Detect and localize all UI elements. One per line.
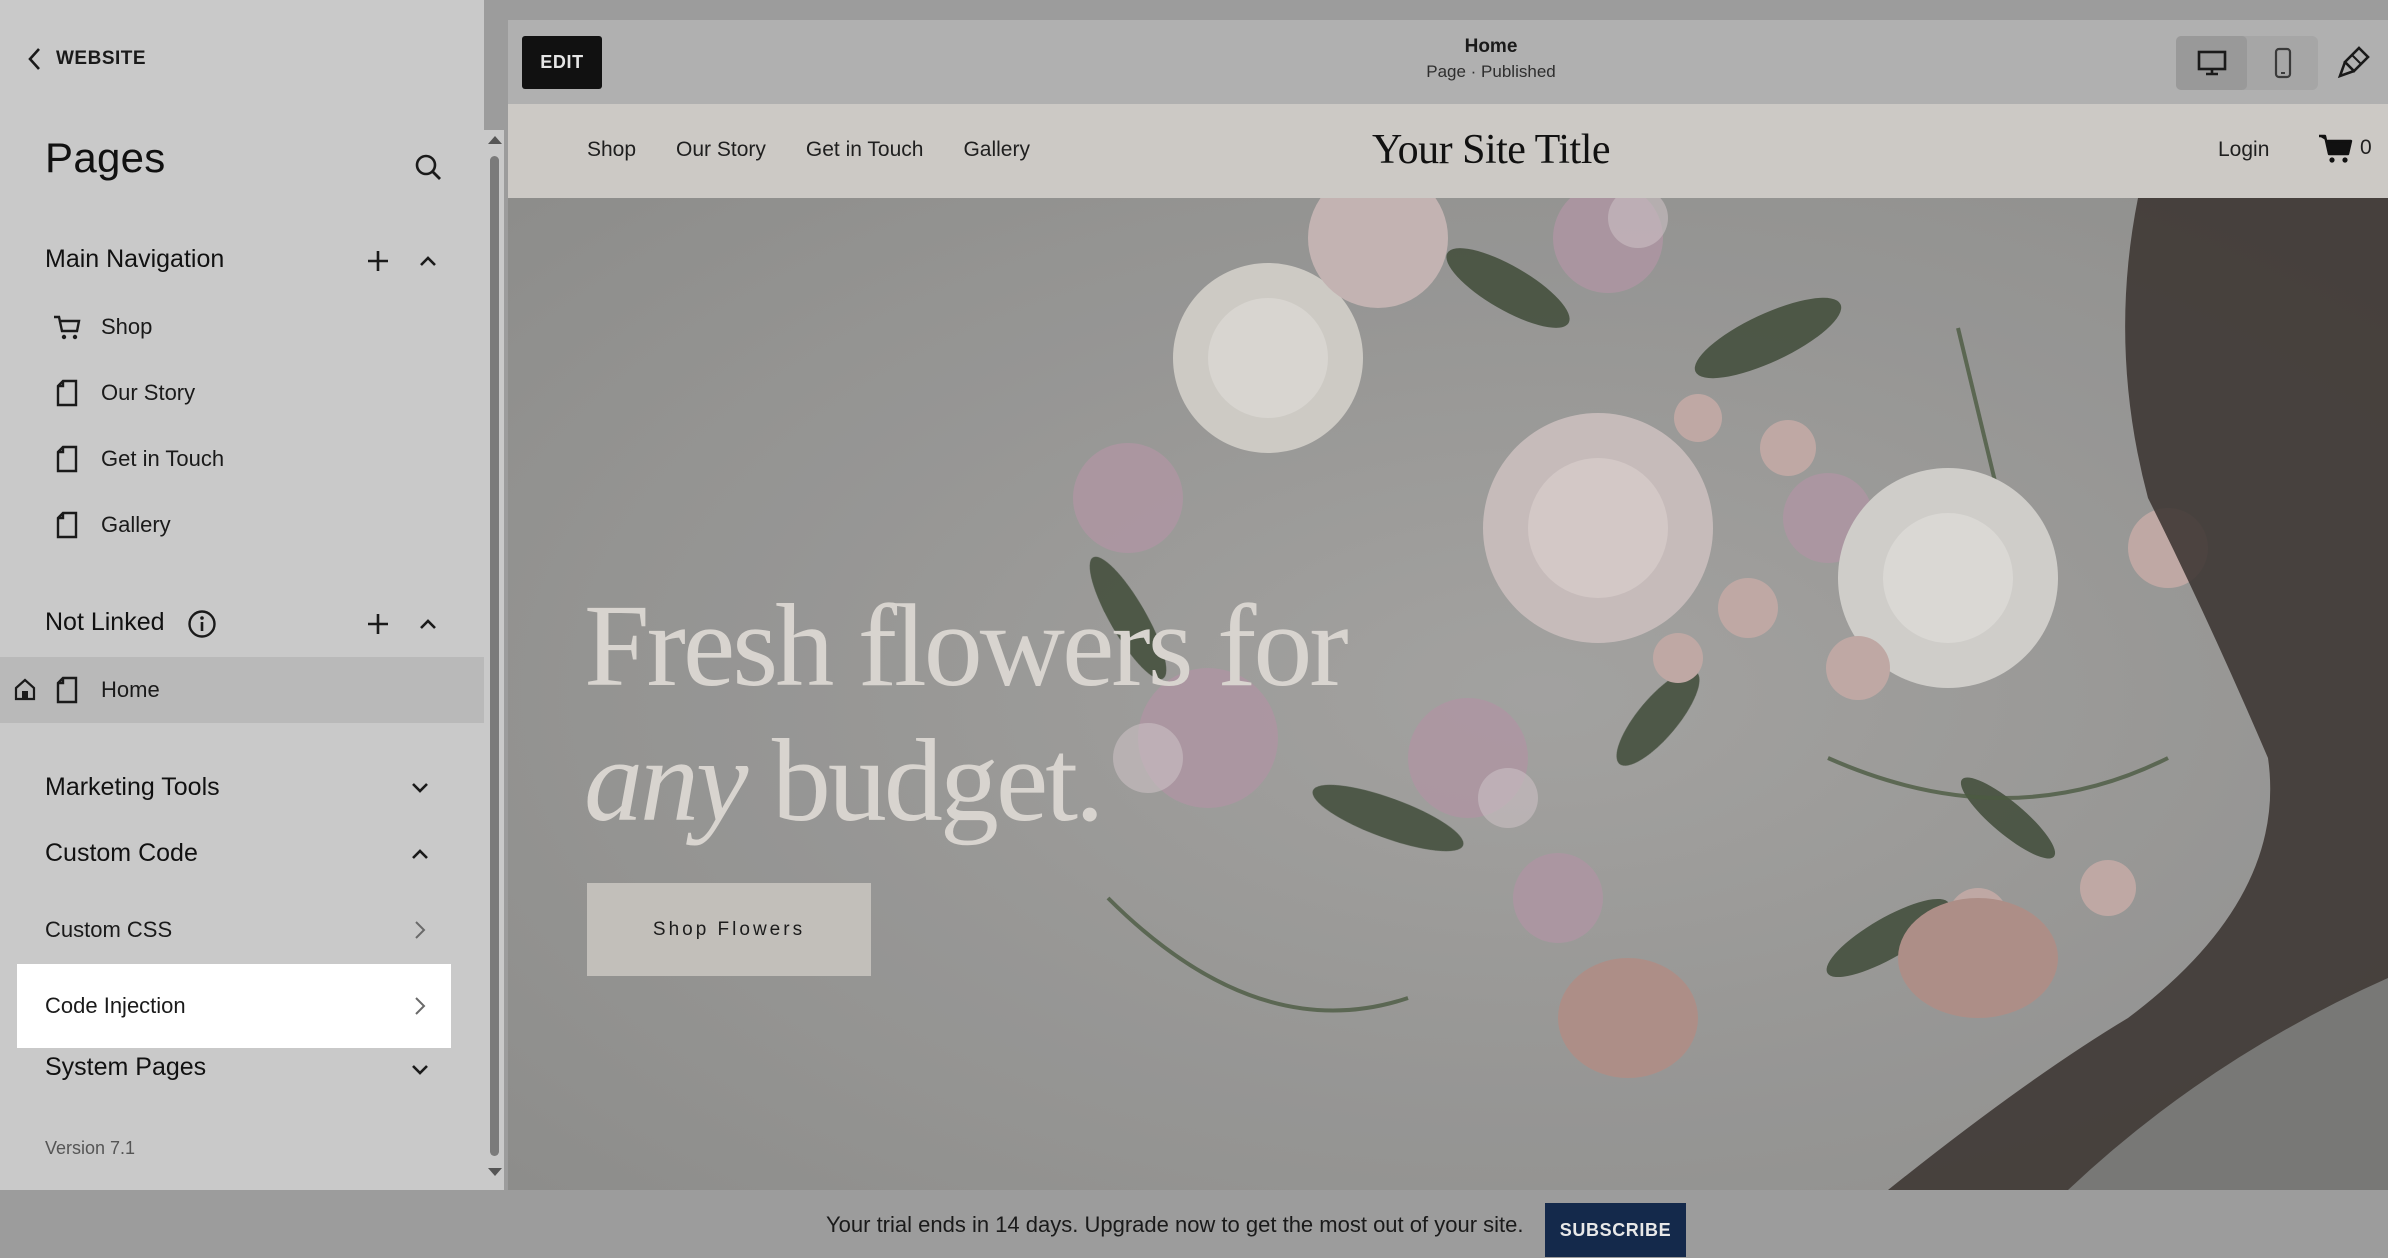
- system-pages-heading[interactable]: System Pages: [45, 1053, 206, 1082]
- collapse-main-nav-button[interactable]: [410, 243, 446, 279]
- hero-section: Fresh flowers for any budget. Shop Flowe…: [508, 198, 2388, 1190]
- version-label: Version 7.1: [45, 1138, 136, 1158]
- sidebar-item-our-story[interactable]: Our Story: [0, 363, 484, 423]
- sidebar-scrollbar[interactable]: [484, 130, 504, 1190]
- chevron-down-icon: [412, 783, 428, 793]
- page-info: Home Page · Published: [508, 36, 2388, 82]
- back-to-website-link[interactable]: WEBSITE: [26, 46, 146, 72]
- current-page-status: Page · Published: [1426, 62, 1556, 81]
- trial-message: Your trial ends in 14 days. Upgrade now …: [826, 1212, 1524, 1237]
- page-title: Pages: [45, 134, 166, 181]
- info-icon: [188, 610, 216, 638]
- add-main-nav-page-button[interactable]: [360, 243, 396, 279]
- code-injection-label: Code Injection: [45, 993, 186, 1018]
- scroll-down-arrow[interactable]: [488, 1168, 502, 1176]
- current-page-title: Home: [1464, 36, 1518, 57]
- code-injection-item[interactable]: Code Injection: [17, 964, 451, 1048]
- custom-css-label: Custom CSS: [45, 917, 173, 942]
- add-not-linked-page-button[interactable]: [360, 606, 396, 642]
- subscribe-button[interactable]: SUBSCRIBE: [1545, 1203, 1686, 1257]
- chevron-left-icon: [28, 48, 40, 70]
- cart-icon: [52, 312, 82, 342]
- trial-banner: Your trial ends in 14 days. Upgrade now …: [0, 1190, 2388, 1258]
- chevron-up-icon: [420, 256, 436, 266]
- collapse-custom-code-button[interactable]: [402, 836, 438, 872]
- sidebar-item-label: Our Story: [101, 380, 196, 405]
- plus-icon: [368, 614, 388, 634]
- hero-heading-rest: budget.: [745, 715, 1105, 846]
- mobile-view-button[interactable]: [2247, 36, 2318, 90]
- back-link-label: WEBSITE: [56, 48, 147, 69]
- page-icon: [52, 510, 82, 540]
- chevron-down-icon: [412, 1065, 428, 1075]
- sidebar-item-label: Gallery: [101, 512, 171, 537]
- custom-code-heading[interactable]: Custom Code: [45, 839, 198, 868]
- device-view-toggle: [2176, 36, 2318, 90]
- expand-system-pages-button[interactable]: [402, 1052, 438, 1088]
- page-icon: [52, 675, 82, 705]
- paintbrush-icon: [2337, 46, 2370, 79]
- scrollbar-thumb[interactable]: [490, 156, 499, 1156]
- hero-heading-italic: any: [584, 715, 748, 846]
- sidebar-item-label: Shop: [101, 314, 153, 339]
- site-title[interactable]: Your Site Title: [508, 126, 2388, 174]
- marketing-tools-heading[interactable]: Marketing Tools: [45, 773, 220, 802]
- shop-flowers-button[interactable]: Shop Flowers: [587, 883, 871, 976]
- sidebar-item-get-in-touch[interactable]: Get in Touch: [0, 429, 484, 489]
- sidebar-item-label: Get in Touch: [101, 446, 225, 471]
- cart-count: 0: [2360, 136, 2372, 159]
- expand-marketing-tools-button[interactable]: [402, 770, 438, 806]
- mobile-icon: [2274, 47, 2291, 79]
- cart-icon: [2319, 134, 2353, 163]
- site-header: Shop Our Story Get in Touch Gallery Your…: [508, 104, 2388, 198]
- main-navigation-heading: Main Navigation: [45, 245, 225, 273]
- pages-sidebar: WEBSITE Pages Main Navigation Shop Our S…: [0, 0, 484, 1190]
- scroll-up-arrow[interactable]: [488, 136, 502, 144]
- custom-css-item[interactable]: Custom CSS: [17, 888, 451, 972]
- chevron-up-icon: [420, 619, 436, 629]
- not-linked-heading: Not Linked: [45, 608, 165, 636]
- search-button[interactable]: [408, 147, 448, 187]
- page-icon: [52, 444, 82, 474]
- desktop-icon: [2197, 50, 2226, 76]
- collapse-not-linked-button[interactable]: [410, 606, 446, 642]
- sidebar-item-gallery[interactable]: Gallery: [0, 495, 484, 555]
- sidebar-item-shop[interactable]: Shop: [0, 297, 484, 357]
- search-icon: [415, 154, 441, 180]
- desktop-view-button[interactable]: [2176, 36, 2247, 90]
- sidebar-item-home[interactable]: Home: [0, 657, 484, 723]
- sidebar-item-label: Home: [101, 677, 160, 702]
- page-icon: [52, 378, 82, 408]
- hero-heading-line1: Fresh flowers for: [584, 580, 1349, 711]
- chevron-right-icon: [415, 997, 426, 1015]
- chevron-right-icon: [415, 921, 426, 939]
- cart-button[interactable]: 0: [2318, 132, 2372, 164]
- login-link[interactable]: Login: [2218, 138, 2269, 162]
- plus-icon: [368, 251, 388, 271]
- not-linked-info-button[interactable]: [184, 606, 220, 642]
- site-styles-button[interactable]: [2334, 42, 2374, 82]
- hero-heading-line2: any budget.: [584, 713, 1105, 849]
- homepage-icon: [14, 677, 36, 701]
- chevron-up-icon: [412, 849, 428, 859]
- editor-toolbar: EDIT Home Page · Published: [508, 20, 2388, 104]
